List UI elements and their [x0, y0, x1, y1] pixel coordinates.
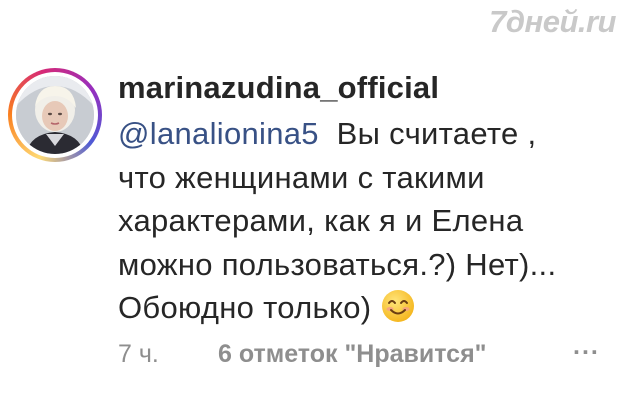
mention-link[interactable]: @lanalionina5	[118, 116, 319, 151]
comment-line-5: Обоюдно только)	[118, 286, 623, 330]
likes-count-link[interactable]: 6 отметок "Нравится"	[218, 340, 487, 369]
comment-line-3: характерами, как я и Елена	[118, 203, 524, 238]
site-watermark: 7дней.ru	[489, 4, 616, 39]
comment-username[interactable]: marinazudina_official	[118, 70, 439, 106]
more-options-icon[interactable]: ...	[573, 332, 600, 361]
comment-line-1: @lanalionina5 Вы считаете ,	[118, 112, 623, 156]
comment-line-1-text: Вы считаете ,	[336, 116, 537, 151]
avatar-photo	[16, 76, 94, 154]
smiling-face-emoji-icon	[382, 290, 415, 322]
avatar[interactable]	[8, 68, 102, 162]
comment-line-5-text: Обоюдно только)	[118, 290, 372, 325]
avatar-ring-gap	[12, 72, 98, 158]
comment-line-4: можно пользоваться.?) Нет)...	[118, 246, 557, 282]
comment-timestamp: 7 ч.	[118, 340, 159, 368]
comment-text: @lanalionina5 Вы считаете , что женщинам…	[118, 112, 623, 330]
avatar-portrait-image	[16, 76, 94, 154]
comment-line-2: что женщинами с такими	[118, 159, 485, 195]
